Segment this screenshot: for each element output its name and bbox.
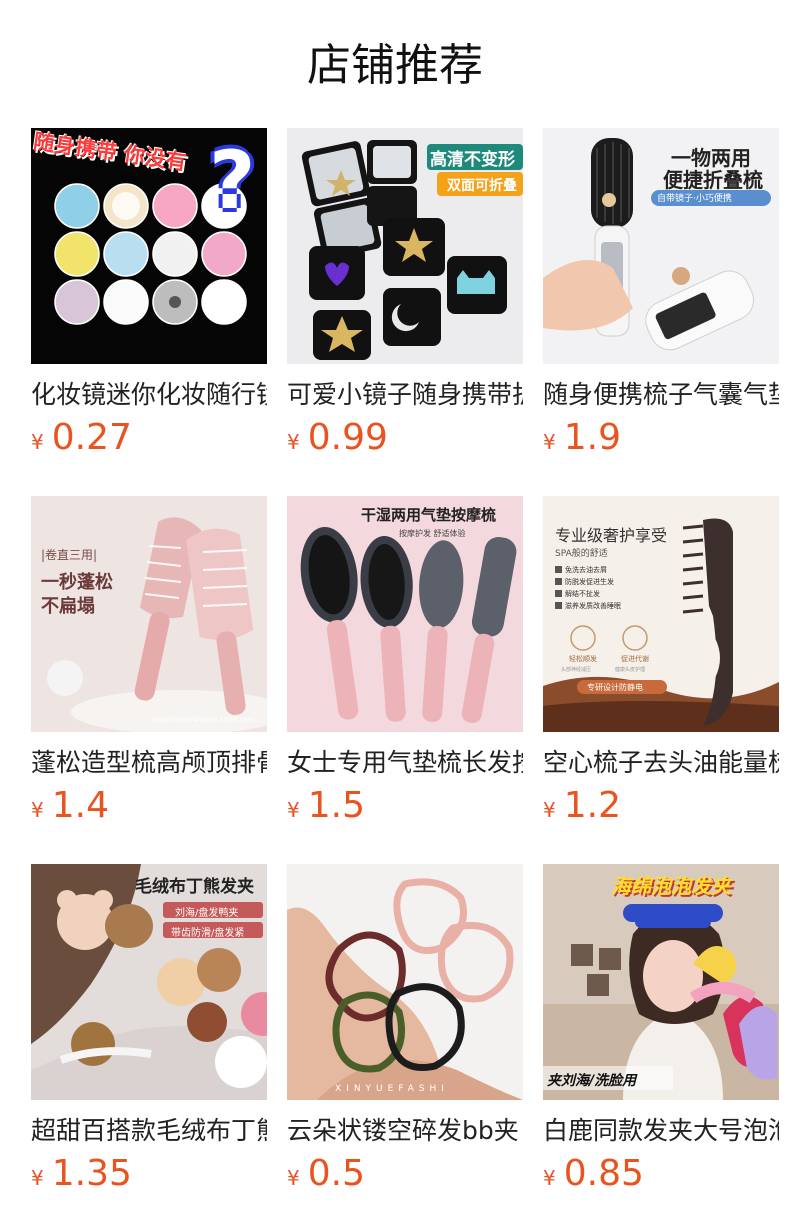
image-caption: 便捷折叠梳: [663, 168, 763, 192]
image-caption: |卷直三用|: [41, 548, 98, 562]
product-grid: 随身携带 你没有 ? 化妆镜迷你化妆随行镜 ¥0.27 高清不变形 双面可折叠 …: [31, 128, 779, 1232]
price-value: 1.9: [563, 417, 621, 458]
product-image-bubble-clips: [543, 864, 779, 1100]
price-value: 1.35: [51, 1153, 132, 1194]
currency-symbol: ¥: [31, 798, 44, 822]
watermark: shop7t06o04f0866.1688.com: [151, 716, 255, 724]
product-image[interactable]: 海绵泡泡发夹 夹刘海/洗脸用: [543, 864, 779, 1100]
feature-item: 防脱发促进生发: [565, 578, 614, 586]
product-image-cloud-clips: [287, 864, 523, 1100]
product-card[interactable]: 随身携带 你没有 ? 化妆镜迷你化妆随行镜 ¥0.27: [31, 128, 267, 496]
product-card[interactable]: 干湿两用气垫按摩梳 按摩护发 舒适体验 女士专用气垫梳长发按摩梳 ¥1.5: [287, 496, 523, 864]
product-image[interactable]: 专业级奢护享受 SPA般的舒适 免洗去油去屑 防脱发促进生发 解结不扯发 滋养发…: [543, 496, 779, 732]
image-caption: 专研设计防静电: [587, 683, 643, 692]
product-name[interactable]: 空心梳子去头油能量梳: [543, 746, 779, 780]
feature-item: 滋养发质改善睡眠: [565, 602, 621, 610]
currency-symbol: ¥: [543, 798, 556, 822]
image-caption: 毛绒布丁熊发夹: [135, 877, 254, 897]
price-value: 1.4: [51, 785, 109, 826]
product-name[interactable]: 可爱小镜子随身携带折叠: [287, 378, 523, 412]
product-price: ¥1.35: [31, 1152, 267, 1196]
product-card[interactable]: 海绵泡泡发夹 夹刘海/洗脸用 白鹿同款发夹大号泡泡夹 ¥0.85: [543, 864, 779, 1232]
currency-symbol: ¥: [287, 430, 300, 454]
product-price: ¥0.27: [31, 416, 267, 460]
image-caption: 双面可折叠: [447, 178, 517, 194]
product-card[interactable]: 高清不变形 双面可折叠 可爱小镜子随身携带折叠 ¥0.99: [287, 128, 523, 496]
product-card[interactable]: 专业级奢护享受 SPA般的舒适 免洗去油去屑 防脱发促进生发 解结不扯发 滋养发…: [543, 496, 779, 864]
watermark: XINYUEFASHI: [335, 1084, 449, 1094]
image-caption: 专业级奢护享受: [555, 526, 668, 545]
product-name[interactable]: 白鹿同款发夹大号泡泡夹: [543, 1114, 779, 1148]
image-caption: 带齿防滑/盘发紧: [171, 928, 245, 939]
currency-symbol: ¥: [31, 430, 44, 454]
page-title: 店铺推荐: [307, 40, 483, 91]
image-caption: 夹刘海/洗脸用: [547, 1073, 637, 1089]
product-name[interactable]: 女士专用气垫梳长发按摩梳: [287, 746, 523, 780]
product-name[interactable]: 化妆镜迷你化妆随行镜: [31, 378, 267, 412]
product-card[interactable]: 一物两用 便捷折叠梳 自带镜子·小巧便携 随身便携梳子气囊气垫梳 ¥1.9: [543, 128, 779, 496]
product-name[interactable]: 蓬松造型梳高颅顶排骨梳: [31, 746, 267, 780]
product-price: ¥1.9: [543, 416, 779, 460]
product-price: ¥1.4: [31, 784, 267, 828]
image-caption: 高清不变形: [430, 150, 515, 170]
product-name[interactable]: 云朵状镂空碎发bb夹: [287, 1114, 523, 1148]
product-image[interactable]: |卷直三用| 一秒蓬松 不扁塌 shop7t06o04f0866.1688.co…: [31, 496, 267, 732]
currency-symbol: ¥: [31, 1166, 44, 1190]
badge-label: 促进代谢: [621, 655, 649, 663]
currency-symbol: ¥: [543, 1166, 556, 1190]
product-name[interactable]: 随身便携梳子气囊气垫梳: [543, 378, 779, 412]
image-caption: 自带镜子·小巧便携: [657, 194, 732, 204]
badge-label: 健康头皮护理: [615, 667, 646, 673]
badge-label: 轻松顺发: [569, 655, 597, 663]
feature-item: 解结不扯发: [565, 590, 600, 598]
product-name[interactable]: 超甜百搭款毛绒布丁熊发夹: [31, 1114, 267, 1148]
product-image[interactable]: 随身携带 你没有 ?: [31, 128, 267, 364]
image-caption: 一秒蓬松: [41, 572, 113, 593]
currency-symbol: ¥: [287, 798, 300, 822]
feature-item: 免洗去油去屑: [565, 566, 607, 574]
image-caption: 刘海/盘发鸭夹: [175, 908, 239, 919]
price-value: 0.99: [307, 417, 388, 458]
product-price: ¥0.5: [287, 1152, 523, 1196]
price-value: 1.5: [307, 785, 365, 826]
currency-symbol: ¥: [287, 1166, 300, 1190]
product-image-plush-clips: [31, 864, 267, 1100]
question-mark-icon: ?: [209, 134, 256, 227]
product-card[interactable]: XINYUEFASHI 云朵状镂空碎发bb夹 ¥0.5: [287, 864, 523, 1232]
image-caption: 干湿两用气垫按摩梳: [361, 506, 497, 524]
product-card[interactable]: 毛绒布丁熊发夹 刘海/盘发鸭夹 带齿防滑/盘发紧 超甜百搭款毛绒布丁熊发夹 ¥1…: [31, 864, 267, 1232]
product-image[interactable]: XINYUEFASHI: [287, 864, 523, 1100]
product-price: ¥0.99: [287, 416, 523, 460]
product-image[interactable]: 毛绒布丁熊发夹 刘海/盘发鸭夹 带齿防滑/盘发紧: [31, 864, 267, 1100]
price-value: 0.27: [51, 417, 132, 458]
image-caption: SPA般的舒适: [555, 549, 608, 559]
product-price: ¥0.85: [543, 1152, 779, 1196]
image-caption: 海绵泡泡发夹: [611, 874, 731, 898]
product-card[interactable]: |卷直三用| 一秒蓬松 不扁塌 shop7t06o04f0866.1688.co…: [31, 496, 267, 864]
product-image[interactable]: 一物两用 便捷折叠梳 自带镜子·小巧便携: [543, 128, 779, 364]
product-image[interactable]: 高清不变形 双面可折叠: [287, 128, 523, 364]
price-value: 0.5: [307, 1153, 365, 1194]
currency-symbol: ¥: [543, 430, 556, 454]
image-caption: 不扁塌: [41, 596, 95, 617]
badge-label: 头部神经减压: [561, 667, 592, 673]
product-price: ¥1.5: [287, 784, 523, 828]
product-image[interactable]: 干湿两用气垫按摩梳 按摩护发 舒适体验: [287, 496, 523, 732]
image-caption: 按摩护发 舒适体验: [399, 529, 466, 538]
product-price: ¥1.2: [543, 784, 779, 828]
price-value: 1.2: [563, 785, 621, 826]
price-value: 0.85: [563, 1153, 644, 1194]
